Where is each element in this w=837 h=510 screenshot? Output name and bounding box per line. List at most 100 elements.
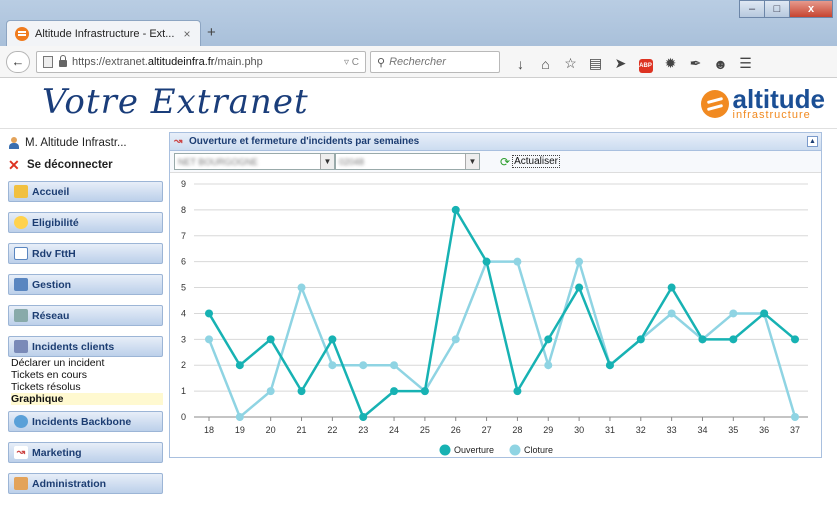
y-tick-label: 6	[181, 257, 186, 267]
data-point-ouverture	[205, 309, 213, 318]
x-tick-label: 22	[327, 425, 337, 435]
menu-administration[interactable]: Administration	[8, 473, 163, 494]
home-icon	[14, 185, 28, 198]
bookmark-star-icon[interactable]: ☆	[558, 55, 583, 72]
y-tick-label: 8	[181, 205, 186, 215]
menu-gestion[interactable]: Gestion	[8, 274, 163, 295]
calendar-icon	[14, 247, 28, 260]
menu-label: Eligibilité	[32, 216, 79, 229]
legend-label: Cloture	[524, 445, 553, 455]
pen-icon[interactable]: ✒	[683, 55, 708, 72]
submenu-tickets-resolus[interactable]: Tickets résolus	[11, 381, 163, 393]
data-point-cloture	[390, 361, 399, 370]
data-point-ouverture	[698, 335, 707, 344]
x-tick-label: 35	[728, 425, 738, 435]
data-point-ouverture	[482, 257, 491, 266]
backbone-icon	[14, 415, 28, 428]
adblock-icon[interactable]: ABP	[633, 54, 658, 73]
collapse-panel-button[interactable]: ▲	[807, 136, 818, 147]
user-info: M. Altitude Infrastr...	[8, 133, 163, 153]
submenu-tickets-en-cours[interactable]: Tickets en cours	[11, 369, 163, 381]
y-tick-label: 1	[181, 386, 186, 396]
region-select[interactable]: NET BOURGOGNE ▼	[174, 153, 335, 170]
y-tick-label: 3	[181, 334, 186, 344]
data-point-ouverture	[544, 335, 553, 344]
chart-panel: ↝ Ouverture et fermeture d'incidents par…	[169, 132, 822, 458]
data-point-ouverture	[636, 335, 645, 344]
x-tick-label: 20	[266, 425, 276, 435]
logout-link[interactable]: ✕ Se déconnecter	[8, 155, 163, 175]
data-point-ouverture	[760, 309, 769, 318]
reload-icon[interactable]: ▿ C	[344, 57, 359, 68]
data-point-cloture	[359, 361, 368, 370]
chat-icon[interactable]: ☻	[708, 56, 733, 72]
chart-trend-icon: ↝	[174, 136, 183, 147]
data-point-ouverture	[513, 387, 522, 396]
minimize-button[interactable]: –	[739, 0, 765, 18]
user-name: M. Altitude Infrastr...	[25, 137, 127, 149]
menu-incidents-backbone[interactable]: Incidents Backbone	[8, 411, 163, 432]
close-window-button[interactable]: x	[789, 0, 833, 18]
marketing-icon: ↝	[14, 446, 28, 459]
new-tab-button[interactable]: +	[207, 24, 216, 41]
menu-label: Accueil	[32, 185, 70, 198]
data-point-ouverture	[575, 283, 584, 292]
search-box[interactable]: ⚲	[370, 51, 500, 73]
x-tick-label: 34	[697, 425, 707, 435]
region-select-value: NET BOURGOGNE	[178, 156, 258, 167]
legend-label: Ouverture	[454, 445, 494, 455]
logout-x-icon: ✕	[8, 156, 20, 173]
url-text[interactable]: https://extranet.altitudeinfra.fr/main.p…	[72, 56, 344, 68]
maximize-button[interactable]: □	[764, 0, 790, 18]
data-point-cloture	[297, 283, 306, 292]
user-icon	[8, 137, 20, 149]
chevron-down-icon[interactable]: ▼	[320, 154, 334, 169]
menu-eligibilite[interactable]: Eligibilité	[8, 212, 163, 233]
menu-incidents-clients[interactable]: Incidents clients	[8, 336, 163, 357]
window-controls: – □ x	[739, 0, 833, 18]
menu-marketing[interactable]: ↝ Marketing	[8, 442, 163, 463]
browser-tab[interactable]: Altitude Infrastructure - Ext... ×	[6, 20, 201, 46]
download-icon[interactable]: ↓	[508, 56, 533, 72]
data-point-cloture	[513, 257, 522, 266]
data-point-ouverture	[235, 361, 244, 370]
menu-reseau[interactable]: Réseau	[8, 305, 163, 326]
menu-accueil[interactable]: Accueil	[8, 181, 163, 202]
altitude-favicon-icon	[15, 26, 29, 41]
y-tick-label: 0	[181, 412, 186, 422]
data-point-ouverture	[729, 335, 738, 344]
send-icon[interactable]: ➤	[608, 55, 633, 72]
search-input[interactable]	[389, 56, 490, 68]
toolbar-icons: ↓ ⌂ ☆ ▤ ➤ ABP ✹ ✒ ☻ ☰	[508, 54, 758, 73]
data-point-cloture	[575, 257, 584, 266]
menu-label: Gestion	[32, 278, 72, 291]
menu-icon[interactable]: ☰	[733, 55, 758, 72]
reading-list-icon[interactable]: ▤	[583, 55, 608, 72]
x-tick-label: 28	[512, 425, 522, 435]
browser-titlebar: Altitude Infrastructure - Ext... × + – □…	[0, 0, 837, 46]
tab-close-icon[interactable]: ×	[180, 27, 194, 41]
data-point-ouverture	[297, 387, 306, 396]
x-tick-label: 27	[482, 425, 492, 435]
x-tick-label: 26	[451, 425, 461, 435]
address-bar[interactable]: https://extranet.altitudeinfra.fr/main.p…	[36, 51, 366, 73]
line-chart: 012345678918 19 20 21 22 23 24 25 26 27 28 29 30 31 32…	[181, 179, 808, 456]
chevron-down-icon[interactable]: ▼	[465, 154, 479, 169]
home-browser-icon[interactable]: ⌂	[533, 56, 558, 72]
logout-label[interactable]: Se déconnecter	[27, 159, 113, 171]
data-point-cloture	[729, 309, 738, 318]
site-select[interactable]: 02048 ▼	[335, 153, 480, 170]
y-tick-label: 5	[181, 283, 186, 293]
data-point-cloture	[667, 309, 676, 318]
data-point-cloture	[544, 361, 553, 370]
refresh-button[interactable]: ⟳ Actualiser	[500, 155, 560, 169]
y-tick-label: 2	[181, 360, 186, 370]
menu-rdv-ftth[interactable]: Rdv FttH	[8, 243, 163, 264]
submenu-declarer-incident[interactable]: Déclarer un incident	[11, 357, 163, 369]
page-content: Votre Extranet altitude infrastructure M…	[0, 79, 837, 510]
x-tick-label: 25	[420, 425, 430, 435]
extension-icon[interactable]: ✹	[658, 55, 683, 72]
back-button[interactable]: ←	[6, 51, 30, 73]
page-info-icon[interactable]	[43, 56, 53, 68]
submenu-graphique[interactable]: Graphique	[11, 393, 163, 405]
